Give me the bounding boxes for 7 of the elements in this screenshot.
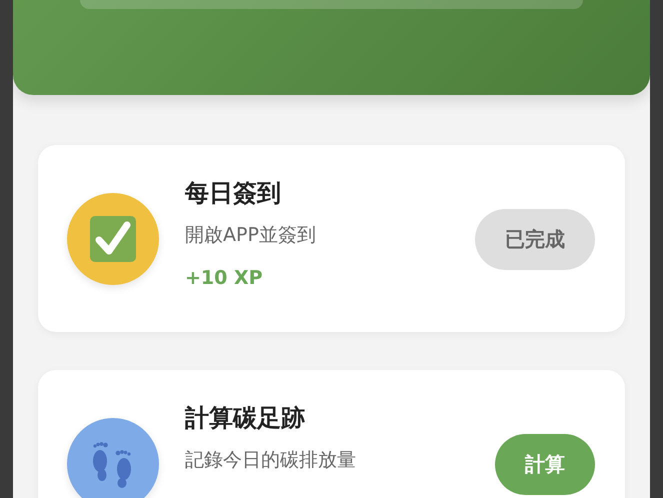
check-icon: [89, 215, 137, 263]
task-title: 每日簽到: [185, 178, 282, 208]
task-reward: +10 XP: [185, 266, 264, 291]
task-description: 記錄今日的碳排放量: [185, 448, 357, 473]
task-description: 開啟APP並簽到: [185, 223, 317, 248]
task-title: 計算碳足跡: [185, 403, 306, 433]
task-button[interactable]: 計算: [495, 434, 595, 495]
